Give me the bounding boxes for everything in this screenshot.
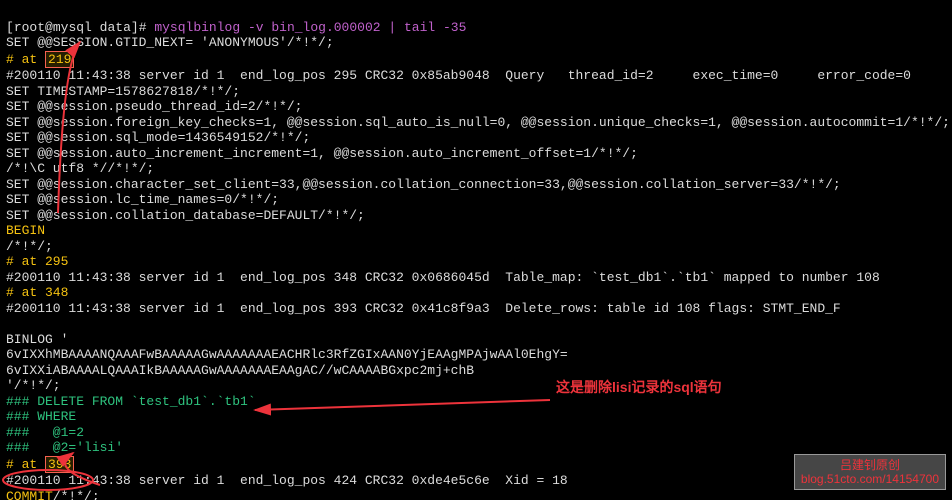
out-l11: SET @@session.lc_time_names=0/*!*/; <box>6 192 279 207</box>
out-l4: SET TIMESTAMP=1578627818/*!*/; <box>6 84 240 99</box>
out-l29: #200110 11:43:38 server id 1 end_log_pos… <box>6 473 568 488</box>
out-l8: SET @@session.auto_increment_increment=1… <box>6 146 638 161</box>
watermark-line1: 吕建钊原创 <box>801 458 939 472</box>
out-l21: 6vIXXhMBAAAANQAAAFwBAAAAAGwAAAAAAAEACHRl… <box>6 347 568 362</box>
pos-219: 219 <box>45 51 74 69</box>
out-begin: BEGIN <box>6 223 45 238</box>
watermark: 吕建钊原创 blog.51cto.com/14154700 <box>794 454 946 490</box>
out-l6: SET @@session.foreign_key_checks=1, @@se… <box>6 115 950 130</box>
out-col1: ### @1=2 <box>6 425 84 440</box>
out-delete: ### DELETE FROM `test_db1`.`tb1` <box>6 394 256 409</box>
pos-393: 393 <box>45 456 74 474</box>
out-l9: /*!\C utf8 *//*!*/; <box>6 161 154 176</box>
watermark-line2: blog.51cto.com/14154700 <box>801 472 939 486</box>
prompt-line: [root@mysql data]# <box>6 20 154 35</box>
out-l16: #200110 11:43:38 server id 1 end_log_pos… <box>6 270 880 285</box>
out-l15: # at 295 <box>6 254 68 269</box>
out-l1: SET @@SESSION.GTID_NEXT= 'ANONYMOUS'/*!*… <box>6 35 334 50</box>
out-l23: '/*!*/; <box>6 378 61 393</box>
out-l18: #200110 11:43:38 server id 1 end_log_pos… <box>6 301 841 316</box>
out-l3: #200110 11:43:38 server id 1 end_log_pos… <box>6 68 911 83</box>
out-l5: SET @@session.pseudo_thread_id=2/*!*/; <box>6 99 302 114</box>
out-col2: ### @2='lisi' <box>6 440 123 455</box>
out-l20: BINLOG ' <box>6 332 68 347</box>
out-l14: /*!*/; <box>6 239 53 254</box>
out-l28: # at 393 <box>6 457 74 472</box>
out-l12: SET @@session.collation_database=DEFAULT… <box>6 208 365 223</box>
out-l22: 6vIXXiABAAAALQAAAIkBAAAAAGwAAAAAAAEAAgAC… <box>6 363 474 378</box>
terminal-output: [root@mysql data]# mysqlbinlog -v bin_lo… <box>0 0 952 500</box>
out-l7: SET @@session.sql_mode=1436549152/*!*/; <box>6 130 310 145</box>
out-l10: SET @@session.character_set_client=33,@@… <box>6 177 841 192</box>
out-l2: # at 219 <box>6 52 74 67</box>
out-l17: # at 348 <box>6 285 68 300</box>
out-commit: COMMIT/*!*/; <box>6 489 100 500</box>
annotation-text: 这是删除lisi记录的sql语句 <box>556 380 722 396</box>
out-where: ### WHERE <box>6 409 76 424</box>
command-text: mysqlbinlog -v bin_log.000002 | tail -35 <box>154 20 466 35</box>
